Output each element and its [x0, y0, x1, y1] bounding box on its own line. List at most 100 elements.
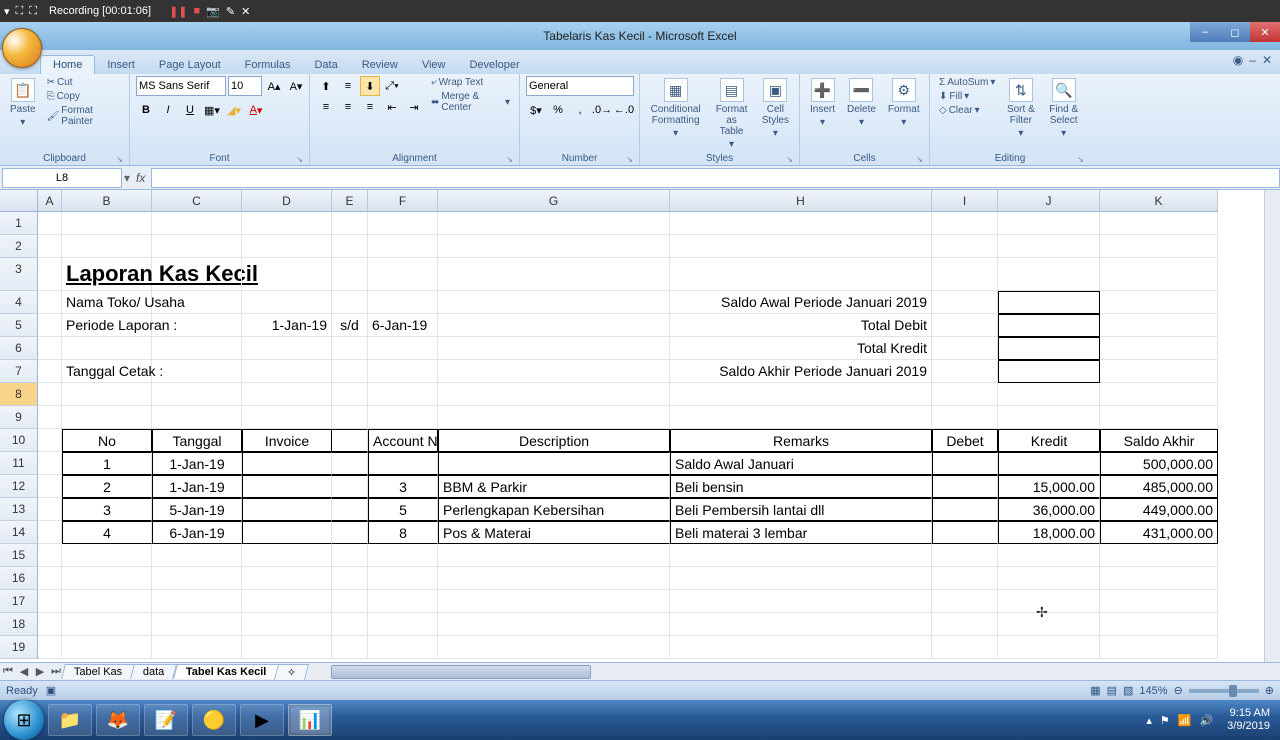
cell[interactable]	[670, 406, 932, 429]
format-as-table-button[interactable]: ▤Format as Table▾	[709, 76, 753, 152]
cell[interactable]	[998, 590, 1100, 613]
cell[interactable]: Periode Laporan :	[62, 314, 152, 337]
cell[interactable]	[368, 360, 438, 383]
cell[interactable]	[438, 314, 670, 337]
cell[interactable]	[932, 314, 998, 337]
fill-color-button[interactable]: ◢▾	[224, 100, 244, 120]
cell[interactable]	[670, 636, 932, 659]
start-button[interactable]: ⊞	[4, 700, 44, 740]
task-firefox[interactable]: 🦊	[96, 704, 140, 736]
cell[interactable]: 15,000.00	[998, 475, 1100, 498]
fullscreen-icon[interactable]: ⛶	[16, 5, 24, 18]
cell[interactable]	[152, 314, 242, 337]
find-select-button[interactable]: 🔍Find & Select▾	[1043, 76, 1084, 141]
col-header[interactable]: D	[242, 190, 332, 212]
cell[interactable]	[38, 521, 62, 544]
cell[interactable]	[332, 235, 368, 258]
cell[interactable]	[998, 258, 1100, 291]
cell[interactable]	[670, 235, 932, 258]
cell[interactable]: 5-Jan-19	[152, 498, 242, 521]
cell[interactable]	[332, 475, 368, 498]
underline-button[interactable]: U	[180, 100, 200, 120]
cell[interactable]	[242, 521, 332, 544]
row-header[interactable]: 19	[0, 636, 38, 659]
cell[interactable]	[670, 258, 932, 291]
col-header[interactable]: J	[998, 190, 1100, 212]
cell[interactable]: Saldo Akhir	[1100, 429, 1218, 452]
cell[interactable]	[1100, 544, 1218, 567]
cell[interactable]: Remarks	[670, 429, 932, 452]
cell[interactable]	[242, 258, 332, 291]
cell[interactable]	[932, 360, 998, 383]
cell[interactable]	[998, 337, 1100, 360]
cell[interactable]	[1100, 212, 1218, 235]
row-header[interactable]: 9	[0, 406, 38, 429]
cell[interactable]	[1100, 590, 1218, 613]
format-painter-button[interactable]: 🖌 Format Painter	[44, 104, 123, 128]
cell[interactable]	[438, 258, 670, 291]
cell[interactable]	[242, 567, 332, 590]
tray-volume-icon[interactable]: 🔊	[1199, 714, 1213, 727]
align-top-button[interactable]: ⬆	[316, 76, 336, 96]
zoom-slider[interactable]	[1189, 689, 1259, 693]
cell[interactable]	[152, 291, 242, 314]
cell[interactable]	[332, 567, 368, 590]
cell[interactable]	[670, 567, 932, 590]
close-doc-icon[interactable]: ✕	[1262, 53, 1272, 67]
col-header[interactable]: C	[152, 190, 242, 212]
cell[interactable]	[152, 235, 242, 258]
cell[interactable]	[38, 383, 62, 406]
cell[interactable]: 8	[368, 521, 438, 544]
cell[interactable]	[332, 613, 368, 636]
minimize-button[interactable]: –	[1190, 22, 1220, 42]
cell[interactable]	[332, 337, 368, 360]
cell[interactable]	[38, 406, 62, 429]
tab-page-layout[interactable]: Page Layout	[147, 56, 233, 74]
row-headers[interactable]: 12345678910111213141516171819	[0, 212, 38, 659]
cell[interactable]	[368, 544, 438, 567]
cell[interactable]	[332, 498, 368, 521]
cell[interactable]	[332, 521, 368, 544]
cell[interactable]	[1100, 383, 1218, 406]
cell[interactable]	[932, 383, 998, 406]
cell[interactable]	[38, 235, 62, 258]
cell[interactable]	[242, 383, 332, 406]
row-header[interactable]: 16	[0, 567, 38, 590]
tab-view[interactable]: View	[410, 56, 458, 74]
cell[interactable]	[438, 291, 670, 314]
office-button[interactable]	[2, 28, 42, 68]
cell[interactable]: 1-Jan-19	[152, 452, 242, 475]
tray-expand-icon[interactable]: ▴	[1146, 714, 1152, 727]
row-header[interactable]: 3	[0, 258, 38, 291]
cell[interactable]	[332, 429, 368, 452]
cell[interactable]: 3	[62, 498, 152, 521]
align-right-button[interactable]: ≡	[360, 97, 380, 117]
cell[interactable]	[998, 212, 1100, 235]
cell[interactable]	[242, 636, 332, 659]
cell[interactable]	[932, 235, 998, 258]
cell[interactable]: 36,000.00	[998, 498, 1100, 521]
col-header[interactable]: K	[1100, 190, 1218, 212]
crop-icon[interactable]: ⛶	[29, 5, 37, 18]
cell[interactable]	[438, 383, 670, 406]
inc-indent-button[interactable]: ⇥	[404, 97, 424, 117]
col-header[interactable]: G	[438, 190, 670, 212]
cell[interactable]	[242, 475, 332, 498]
tray-flag-icon[interactable]: ⚑	[1160, 714, 1170, 727]
cell[interactable]: BBM & Parkir	[438, 475, 670, 498]
column-headers[interactable]: A B C D E F G H I J K	[38, 190, 1264, 212]
task-chrome[interactable]: 🟡	[192, 704, 236, 736]
cell[interactable]	[152, 360, 242, 383]
cell[interactable]	[670, 212, 932, 235]
cells-area[interactable]: Laporan Kas KecilNama Toko/ UsahaSaldo A…	[38, 212, 1264, 662]
col-header[interactable]: E	[332, 190, 368, 212]
row-header[interactable]: 11	[0, 452, 38, 475]
sheet-tab[interactable]: Tabel Kas	[61, 664, 135, 679]
cell[interactable]	[152, 636, 242, 659]
tab-data[interactable]: Data	[302, 56, 349, 74]
cell[interactable]	[242, 544, 332, 567]
cell[interactable]	[932, 498, 998, 521]
font-name-combo[interactable]	[136, 76, 226, 96]
cell[interactable]	[332, 636, 368, 659]
cell[interactable]	[1100, 291, 1218, 314]
